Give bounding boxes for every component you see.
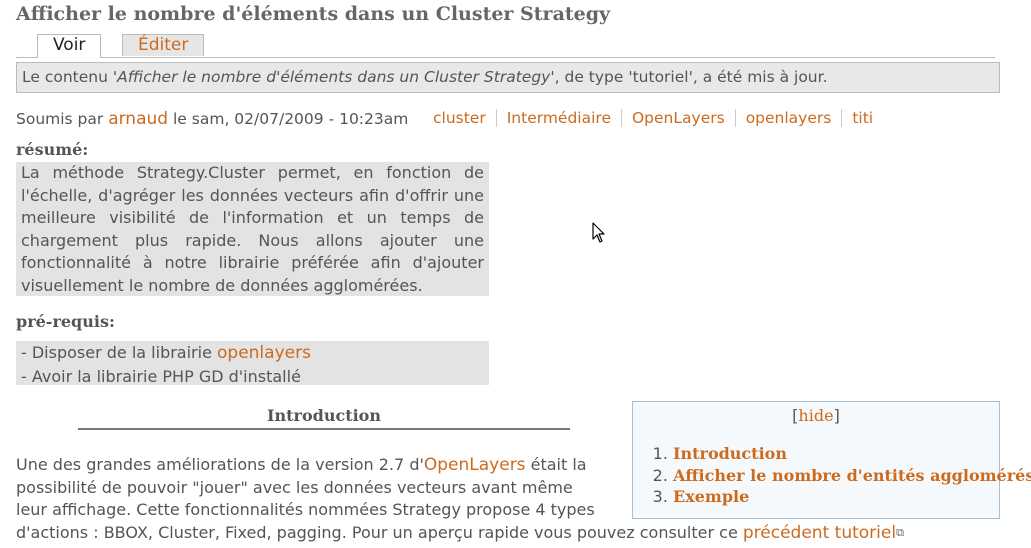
toc-item: Exemple (673, 486, 999, 508)
status-suffix: ', de type 'tutoriel', a été mis à jour. (550, 68, 828, 86)
resume-text: La méthode Strategy.Cluster permet, en f… (16, 162, 489, 296)
table-of-contents: [hide] Introduction Afficher le nombre d… (632, 401, 1031, 519)
status-prefix: Le contenu ' (22, 68, 118, 86)
resume-label: résumé: (16, 140, 89, 159)
paragraph-text: Une des grandes améliorations de la vers… (16, 455, 424, 474)
tag-link-openlayers-category[interactable]: OpenLayers (620, 109, 735, 127)
prereq-box: - Disposer de la librairie openlayers - … (16, 341, 489, 386)
toc-link-exemple[interactable]: Exemple (673, 487, 749, 506)
tab-voir[interactable]: Voir (37, 34, 102, 58)
toc-link-afficher[interactable]: Afficher le nombre d'entités agglomérés (673, 466, 1031, 485)
toc-toggle: [hide] (792, 406, 840, 425)
openlayers-link[interactable]: OpenLayers (424, 455, 526, 475)
paragraph-text: d'actions : BBOX, Cluster, Fixed, paggin… (16, 522, 743, 542)
submitted-date: le sam, 02/07/2009 - 10:23am (168, 110, 409, 128)
section-heading-introduction: Introduction (78, 406, 570, 430)
submitted-info: Soumis par arnaud le sam, 02/07/2009 - 1… (16, 109, 408, 129)
previous-tutorial-link[interactable]: précédent tutoriel (743, 523, 896, 543)
openlayers-link[interactable]: openlayers (217, 343, 311, 363)
tag-list: cluster Intermédiaire OpenLayers openlayers… (433, 109, 883, 127)
tab-editer[interactable]: Éditer (122, 34, 205, 56)
prereq-item: - Disposer de la librairie openlayers (21, 341, 484, 365)
tag-link-intermediaire[interactable]: Intermédiaire (495, 109, 621, 127)
toc-item: Afficher le nombre d'entités agglomérés (673, 465, 1031, 487)
toc-link-introduction[interactable]: Introduction (673, 444, 787, 463)
prereq-item: - Avoir la librairie PHP GD d'installé (21, 367, 301, 386)
submitted-prefix: Soumis par (16, 110, 109, 128)
paragraph-line: d'actions : BBOX, Cluster, Fixed, paggin… (16, 522, 1006, 545)
toc-item: Introduction (673, 443, 999, 465)
mouse-pointer-icon (592, 222, 605, 243)
external-link-icon: ⧉ (896, 525, 904, 539)
author-link[interactable]: arnaud (108, 109, 168, 129)
prereq-label: pré-requis: (16, 312, 115, 331)
page-title: Afficher le nombre d'éléments dans un Cl… (16, 3, 611, 25)
tab-bar: Voir Éditer (16, 34, 995, 58)
tag-link-openlayers[interactable]: openlayers (734, 109, 842, 127)
toc-hide-link[interactable]: hide (798, 406, 833, 425)
prereq-item-text: - Disposer de la librairie (21, 343, 217, 362)
paragraph-text: était la (525, 455, 587, 474)
toc-list: Introduction Afficher le nombre d'entité… (633, 443, 1031, 508)
status-node-title: Afficher le nombre d'éléments dans un Cl… (117, 68, 551, 86)
tag-link-cluster[interactable]: cluster (433, 109, 496, 127)
tag-link-titi[interactable]: titi (841, 109, 883, 127)
status-message: Le contenu 'Afficher le nombre d'élément… (16, 62, 1000, 93)
